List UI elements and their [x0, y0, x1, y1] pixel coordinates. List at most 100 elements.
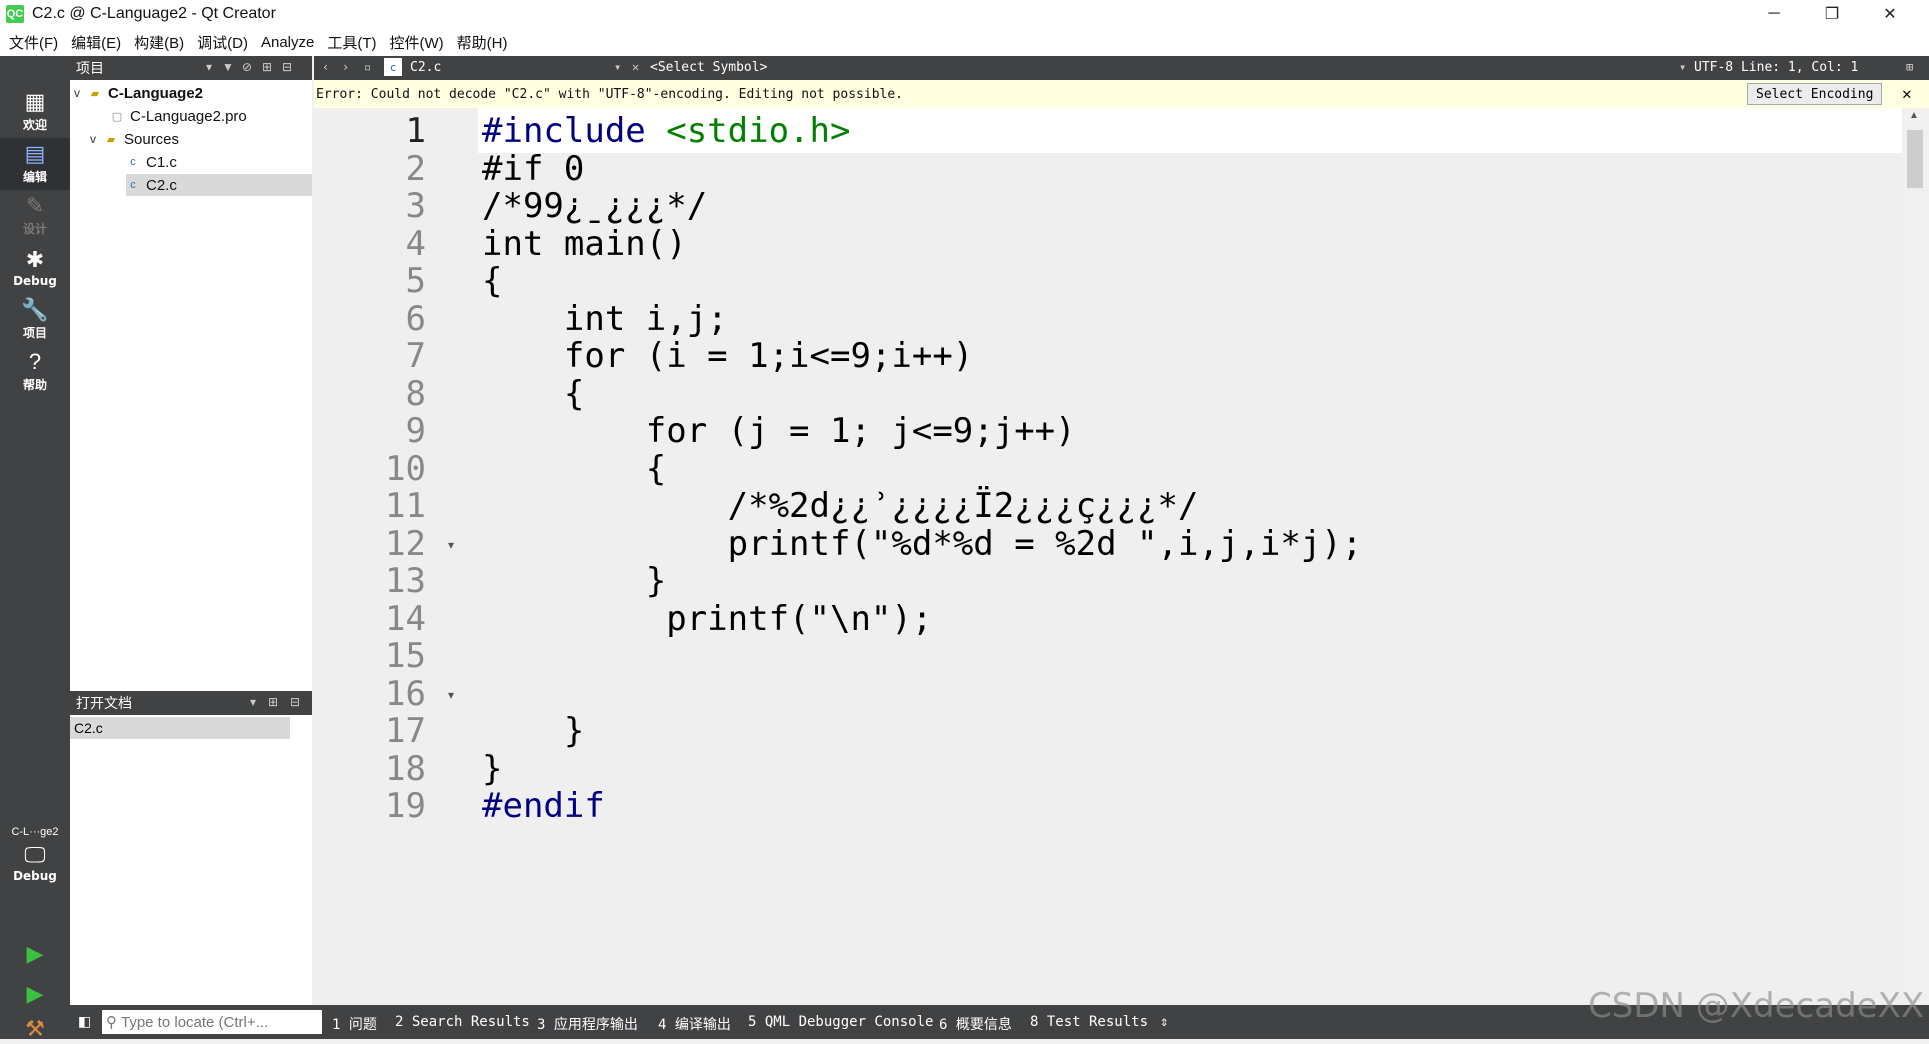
code-line[interactable]: { [482, 374, 584, 414]
open-document-item[interactable]: C2.c [70, 717, 290, 739]
run-button[interactable]: ▶ [0, 934, 70, 974]
fold-marker-icon[interactable]: ▾ [448, 538, 454, 552]
code-line[interactable]: { [482, 261, 502, 301]
code-line[interactable]: printf("%d*%d = %2d ",i,j,i*j); [482, 524, 1363, 564]
build-button[interactable]: ⚒ [0, 1014, 70, 1044]
code-line[interactable]: for (j = 1; j<=9;j++) [482, 411, 1076, 451]
menu-analyze[interactable]: Analyze [261, 34, 314, 51]
code-line[interactable]: int i,j; [482, 299, 728, 339]
split-icon[interactable]: ⊞ [268, 695, 278, 709]
close-pane-icon[interactable]: ⊟ [282, 60, 292, 74]
search-icon: ⚲ [106, 1014, 117, 1031]
close-document-icon[interactable]: ✕ [632, 60, 639, 74]
menu-file[interactable]: 文件(F) [9, 32, 58, 53]
line-number: 13 [385, 561, 426, 601]
mode-welcome[interactable]: ▦ 欢迎 [0, 86, 70, 138]
code-line[interactable]: { [482, 449, 666, 489]
vertical-scrollbar[interactable]: ▲ [1902, 108, 1929, 1005]
expand-icon[interactable]: v [90, 132, 104, 146]
close-window-button[interactable]: ✕ [1861, 0, 1919, 28]
symbol-combo[interactable]: <Select Symbol> [650, 60, 767, 75]
code-line[interactable]: #if 0 [482, 149, 584, 189]
qt-creator-logo-icon: QC [6, 5, 24, 23]
link-icon[interactable]: ⊘ [242, 60, 252, 74]
menu-build[interactable]: 构建(B) [134, 32, 184, 53]
code-editor[interactable]: 1 2 3 4 5 6 7 8 9 10 11 12 ▾ 13 14 15 16 ▾ 17 18 19 #include… [314, 108, 1902, 1005]
mode-help[interactable]: ? 帮助 [0, 346, 70, 398]
close-pane-icon[interactable]: ⊟ [290, 695, 300, 709]
back-arrow-icon[interactable]: ‹ [322, 60, 329, 74]
menu-tools[interactable]: 工具(T) [327, 32, 376, 53]
menu-help[interactable]: 帮助(H) [457, 32, 508, 53]
tree-pro-file[interactable]: ▢ C-Language2.pro [110, 105, 247, 127]
line-number: 10 [385, 448, 426, 489]
tree-file-c1[interactable]: c C1.c [126, 151, 312, 173]
forward-arrow-icon[interactable]: › [342, 60, 349, 74]
chevron-down-icon[interactable]: ▾ [614, 60, 621, 74]
scroll-up-icon[interactable]: ▲ [1909, 110, 1919, 121]
scrollbar-thumb[interactable] [1907, 130, 1923, 188]
tab-compile-output[interactable]: 4 编译输出 [658, 1014, 731, 1034]
menu-edit[interactable]: 编辑(E) [71, 32, 121, 53]
pro-file-icon: ▢ [111, 110, 123, 123]
menu-window[interactable]: 控件(W) [390, 32, 444, 53]
code-line[interactable]: } [482, 561, 666, 601]
project-folder-icon: ▰ [90, 87, 100, 100]
chevron-down-icon[interactable]: ▾ [250, 695, 256, 709]
code-line[interactable]: #endif [482, 786, 605, 826]
chevron-down-icon[interactable]: ▾ [206, 60, 212, 74]
line-number: 19 [385, 786, 426, 826]
tab-issues[interactable]: 1 问题 [332, 1014, 377, 1034]
chevron-updown-icon[interactable]: ⇕ [1160, 1014, 1168, 1030]
tree-sources-node[interactable]: v ▰ Sources [90, 128, 179, 150]
select-encoding-button[interactable]: Select Encoding [1747, 83, 1883, 105]
menu-debug[interactable]: 调试(D) [197, 32, 248, 53]
mode-projects[interactable]: 🔧 项目 [0, 294, 70, 346]
line-number: 1 [405, 111, 426, 151]
tab-general-messages[interactable]: 6 概要信息 [939, 1014, 1012, 1034]
c-file-icon: c [130, 179, 136, 191]
code-line[interactable]: #include <stdio.h> [482, 111, 850, 151]
expand-icon[interactable]: v [74, 86, 88, 100]
locator-input[interactable]: ⚲ Type to locate (Ctrl+... [102, 1010, 322, 1034]
line-number: 5 [405, 261, 426, 301]
tab-application-output[interactable]: 3 应用程序输出 [537, 1014, 638, 1034]
line-number: 2 [405, 148, 426, 189]
line-number: 18 [385, 748, 426, 789]
code-line[interactable]: } [482, 711, 584, 751]
code-line[interactable]: } [482, 749, 502, 789]
code-line[interactable]: /*%2d¿¿ʾ¿¿¿¿Ï2¿¿¿ҫ¿¿¿*/ [482, 486, 1199, 526]
toggle-sidebar-icon[interactable]: ◧ [78, 1013, 91, 1030]
restore-button[interactable]: ❐ [1803, 0, 1861, 28]
split-icon[interactable]: ⊞ [1906, 60, 1913, 74]
chevron-down-icon[interactable]: ▾ [1679, 60, 1686, 74]
close-icon[interactable]: ✕ [1902, 84, 1912, 103]
tree-file-c2[interactable]: c C2.c [126, 174, 312, 196]
mode-design[interactable]: ✎ 设计 [0, 190, 70, 242]
split-icon[interactable]: ⊞ [262, 60, 272, 74]
debug-run-button[interactable]: ▶ [0, 974, 70, 1014]
encoding-position-status[interactable]: UTF-8 Line: 1, Col: 1 [1694, 60, 1858, 75]
tab-test-results[interactable]: 8 Test Results [1030, 1014, 1148, 1030]
tree-project-node[interactable]: v ▰ C-Language2 [74, 82, 203, 104]
include-path-token: <stdio.h> [666, 111, 851, 151]
mode-debug[interactable]: ✱ Debug [0, 242, 70, 294]
code-line[interactable]: /*99¿ˍ¿¿¿*/ [482, 186, 707, 226]
current-file-combo[interactable]: C2.c [410, 60, 441, 75]
tab-search-results[interactable]: 2 Search Results [395, 1014, 530, 1030]
line-number: 4 [405, 223, 426, 264]
filter-icon[interactable]: ▼ [222, 60, 234, 74]
line-number: 3 [405, 186, 426, 226]
code-line[interactable]: printf("\n"); [482, 599, 932, 639]
kit-selector[interactable]: C-L···ge2 🖵 Debug [0, 814, 70, 894]
minimize-button[interactable]: ─ [1745, 0, 1803, 28]
title-bar: QC C2.c @ C-Language2 - Qt Creator ─ ❐ ✕ [0, 0, 1929, 28]
line-number: 15 [385, 636, 426, 676]
play-icon: ▶ [26, 941, 44, 966]
code-line[interactable]: int main() [482, 224, 687, 264]
kit-name: C-L···ge2 [11, 825, 59, 838]
fold-marker-icon[interactable]: ▾ [448, 688, 454, 702]
code-line[interactable]: for (i = 1;i<=9;i++) [482, 336, 973, 376]
mode-edit[interactable]: ▤ 编辑 [0, 138, 70, 190]
tab-qml-debugger-console[interactable]: 5 QML Debugger Console [748, 1014, 933, 1030]
